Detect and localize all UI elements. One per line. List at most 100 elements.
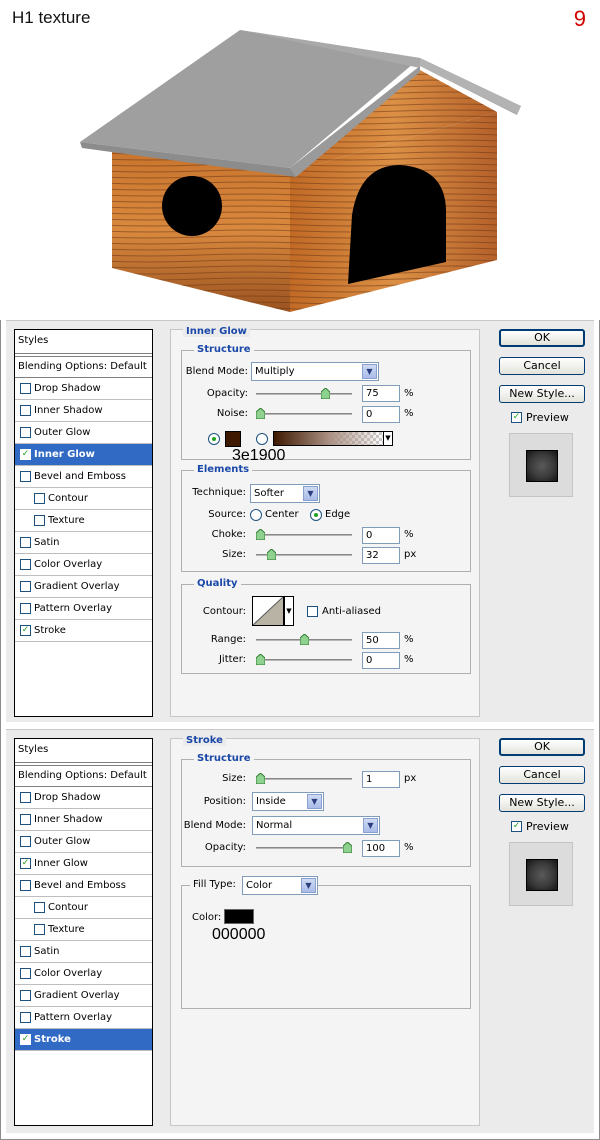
jitter-input[interactable]: 0	[362, 652, 400, 669]
size-input[interactable]: 32	[362, 547, 400, 564]
slider-thumb[interactable]	[321, 388, 331, 399]
style-item-stroke[interactable]: Stroke	[15, 620, 152, 642]
jitter-slider[interactable]	[256, 654, 352, 665]
size-input[interactable]: 1	[362, 771, 400, 788]
new-style-button[interactable]: New Style...	[499, 794, 585, 812]
style-checkbox[interactable]	[20, 625, 31, 636]
styles-header[interactable]: Styles	[15, 739, 152, 763]
slider-thumb[interactable]	[256, 773, 265, 784]
style-checkbox[interactable]	[20, 836, 31, 847]
style-checkbox[interactable]	[34, 515, 45, 526]
style-item-stroke[interactable]: Stroke	[15, 1029, 152, 1051]
slider-thumb[interactable]	[267, 549, 277, 560]
slider-thumb[interactable]	[256, 529, 265, 540]
blending-options-item[interactable]: Blending Options: Default	[15, 356, 152, 378]
technique-select[interactable]: Softer ▼	[250, 484, 320, 503]
styles-header[interactable]: Styles	[15, 330, 152, 354]
style-checkbox[interactable]	[20, 1034, 31, 1045]
new-style-button[interactable]: New Style...	[499, 385, 585, 403]
style-item-gradient-overlay[interactable]: Gradient Overlay	[15, 985, 152, 1007]
ok-button[interactable]: OK	[499, 738, 585, 756]
style-item-color-overlay[interactable]: Color Overlay	[15, 554, 152, 576]
source-center-radio[interactable]	[250, 509, 262, 521]
chevron-down-icon[interactable]: ▼	[284, 596, 294, 626]
style-item-inner-glow[interactable]: Inner Glow	[15, 853, 152, 875]
style-checkbox[interactable]	[20, 968, 31, 979]
blending-options-item[interactable]: Blending Options: Default	[15, 765, 152, 787]
style-item-pattern-overlay[interactable]: Pattern Overlay	[15, 598, 152, 620]
solid-color-radio[interactable]	[208, 433, 220, 445]
choke-slider[interactable]	[256, 529, 352, 540]
anti-aliased-checkbox[interactable]	[307, 606, 318, 617]
style-checkbox[interactable]	[34, 493, 45, 504]
preview-checkbox[interactable]	[511, 821, 522, 832]
preview-checkbox[interactable]	[511, 412, 522, 423]
blend-mode-select[interactable]: Normal ▼	[252, 816, 380, 835]
style-checkbox[interactable]	[20, 880, 31, 891]
style-item-bevel-and-emboss[interactable]: Bevel and Emboss	[15, 875, 152, 897]
size-slider[interactable]	[256, 773, 352, 784]
fill-type-select[interactable]: Color ▼	[242, 876, 318, 895]
cancel-button[interactable]: Cancel	[499, 766, 585, 784]
style-item-satin[interactable]: Satin	[15, 532, 152, 554]
style-item-contour[interactable]: Contour	[15, 897, 152, 919]
style-checkbox[interactable]	[20, 946, 31, 957]
style-checkbox[interactable]	[20, 990, 31, 1001]
preview-toggle[interactable]: Preview	[511, 411, 569, 424]
style-checkbox[interactable]	[20, 603, 31, 614]
style-item-gradient-overlay[interactable]: Gradient Overlay	[15, 576, 152, 598]
style-checkbox[interactable]	[34, 924, 45, 935]
blend-mode-select[interactable]: Multiply ▼	[251, 362, 379, 381]
style-item-contour[interactable]: Contour	[15, 488, 152, 510]
opacity-input[interactable]: 100	[362, 840, 400, 857]
style-item-texture[interactable]: Texture	[15, 510, 152, 532]
ok-button[interactable]: OK	[499, 329, 585, 347]
opacity-input[interactable]: 75	[362, 385, 400, 402]
source-edge-radio[interactable]	[310, 509, 322, 521]
style-checkbox[interactable]	[20, 449, 31, 460]
style-checkbox[interactable]	[20, 581, 31, 592]
noise-slider[interactable]	[256, 408, 352, 419]
slider-thumb[interactable]	[256, 654, 265, 665]
gradient-picker[interactable]	[273, 431, 384, 446]
style-checkbox[interactable]	[20, 471, 31, 482]
style-item-color-overlay[interactable]: Color Overlay	[15, 963, 152, 985]
style-checkbox[interactable]	[20, 1012, 31, 1023]
opacity-slider[interactable]	[256, 842, 352, 853]
cancel-button[interactable]: Cancel	[499, 357, 585, 375]
style-checkbox[interactable]	[20, 405, 31, 416]
contour-picker[interactable]	[252, 596, 284, 626]
style-item-satin[interactable]: Satin	[15, 941, 152, 963]
style-checkbox[interactable]	[20, 559, 31, 570]
size-slider[interactable]	[256, 549, 352, 560]
style-item-outer-glow[interactable]: Outer Glow	[15, 422, 152, 444]
slider-thumb[interactable]	[256, 408, 265, 419]
stroke-color-swatch[interactable]	[224, 909, 254, 924]
style-checkbox[interactable]	[20, 537, 31, 548]
range-input[interactable]: 50	[362, 632, 400, 649]
style-item-inner-shadow[interactable]: Inner Shadow	[15, 400, 152, 422]
glow-color-swatch[interactable]	[225, 431, 241, 447]
slider-thumb[interactable]	[299, 634, 309, 645]
style-item-inner-shadow[interactable]: Inner Shadow	[15, 809, 152, 831]
style-item-pattern-overlay[interactable]: Pattern Overlay	[15, 1007, 152, 1029]
noise-input[interactable]: 0	[362, 406, 400, 423]
preview-toggle[interactable]: Preview	[511, 820, 569, 833]
style-checkbox[interactable]	[20, 427, 31, 438]
range-slider[interactable]	[256, 634, 352, 645]
style-item-outer-glow[interactable]: Outer Glow	[15, 831, 152, 853]
style-item-drop-shadow[interactable]: Drop Shadow	[15, 378, 152, 400]
style-checkbox[interactable]	[20, 792, 31, 803]
chevron-down-icon[interactable]: ▼	[383, 431, 393, 446]
slider-thumb[interactable]	[343, 842, 352, 853]
style-item-bevel-and-emboss[interactable]: Bevel and Emboss	[15, 466, 152, 488]
style-checkbox[interactable]	[20, 858, 31, 869]
choke-input[interactable]: 0	[362, 527, 400, 544]
style-item-inner-glow[interactable]: Inner Glow	[15, 444, 152, 466]
style-checkbox[interactable]	[34, 902, 45, 913]
style-item-drop-shadow[interactable]: Drop Shadow	[15, 787, 152, 809]
style-checkbox[interactable]	[20, 814, 31, 825]
style-checkbox[interactable]	[20, 383, 31, 394]
position-select[interactable]: Inside ▼	[252, 792, 324, 811]
style-item-texture[interactable]: Texture	[15, 919, 152, 941]
